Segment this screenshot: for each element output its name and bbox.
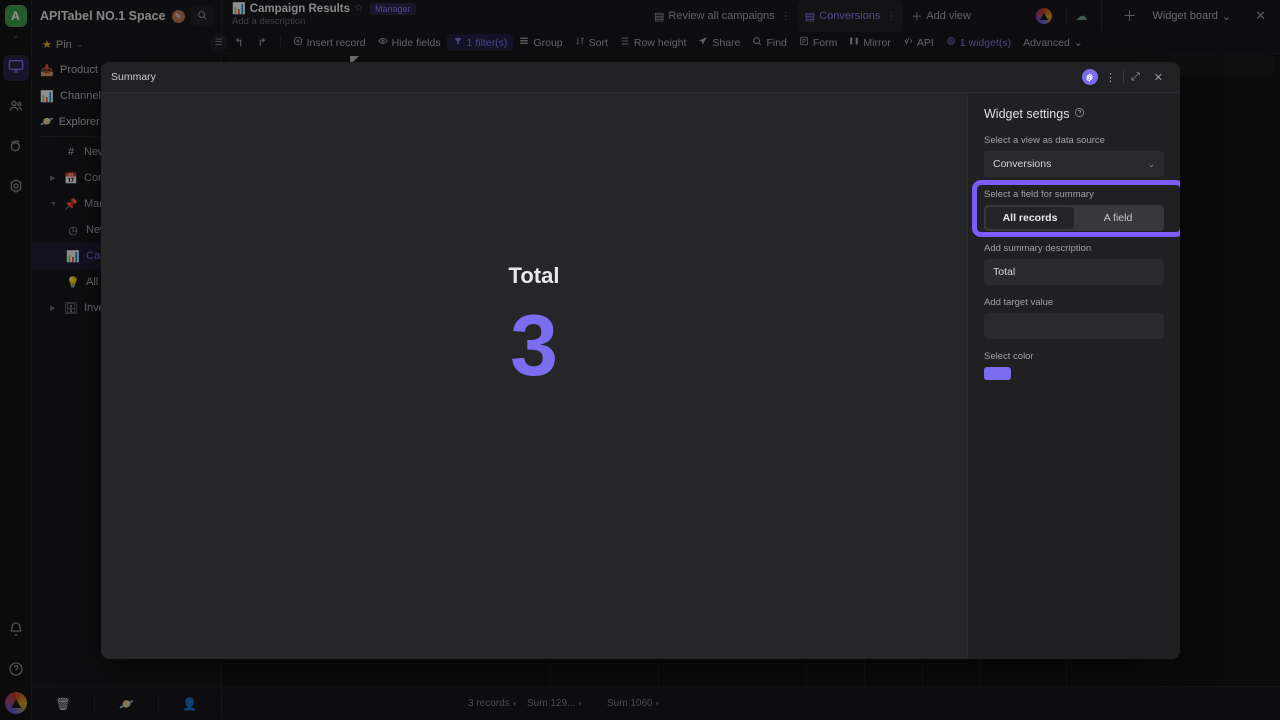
segment-all-records[interactable]: All records bbox=[986, 207, 1074, 229]
summary-widget-modal: Summary ⋮ ⤢ ✕ Total 3 Widget settings Se… bbox=[101, 62, 1180, 659]
help-icon[interactable] bbox=[1074, 107, 1085, 121]
data-source-select[interactable]: Conversions ⌄ bbox=[984, 151, 1164, 177]
data-source-value: Conversions bbox=[993, 158, 1052, 170]
widget-settings-panel: Widget settings Select a view as data so… bbox=[967, 93, 1180, 659]
summary-label: Total bbox=[508, 263, 560, 288]
modal-body: Total 3 Widget settings Select a view as… bbox=[101, 93, 1180, 659]
close-icon[interactable]: ✕ bbox=[1147, 71, 1170, 84]
segment-a-field[interactable]: A field bbox=[1074, 207, 1162, 229]
modal-header: Summary ⋮ ⤢ ✕ bbox=[101, 62, 1180, 93]
chevron-down-icon: ⌄ bbox=[1147, 158, 1155, 169]
field-label: Select a field for summary bbox=[984, 189, 1094, 200]
target-value-input[interactable] bbox=[984, 313, 1164, 339]
settings-title: Widget settings bbox=[984, 107, 1164, 121]
summary-widget-content: Total 3 bbox=[101, 263, 967, 389]
modal-title: Summary bbox=[111, 71, 156, 83]
summary-value: 3 bbox=[510, 298, 558, 394]
color-label: Select color bbox=[984, 351, 1034, 362]
expand-icon[interactable]: ⤢ bbox=[1124, 71, 1147, 84]
field-selection-group: Select a field for summary All records A… bbox=[972, 180, 1180, 237]
widget-preview: Total 3 bbox=[101, 93, 967, 659]
color-swatch[interactable] bbox=[984, 367, 1011, 380]
description-label: Add summary description bbox=[984, 243, 1092, 254]
summary-description-input[interactable]: Total bbox=[984, 259, 1164, 285]
data-source-label: Select a view as data source bbox=[984, 135, 1105, 146]
widget-gear-icon[interactable] bbox=[1081, 69, 1098, 85]
more-vertical-icon[interactable]: ⋮ bbox=[1098, 71, 1123, 84]
settings-title-label: Widget settings bbox=[984, 107, 1070, 121]
target-value-label: Add target value bbox=[984, 297, 1054, 308]
field-segmented-control: All records A field bbox=[984, 205, 1164, 231]
